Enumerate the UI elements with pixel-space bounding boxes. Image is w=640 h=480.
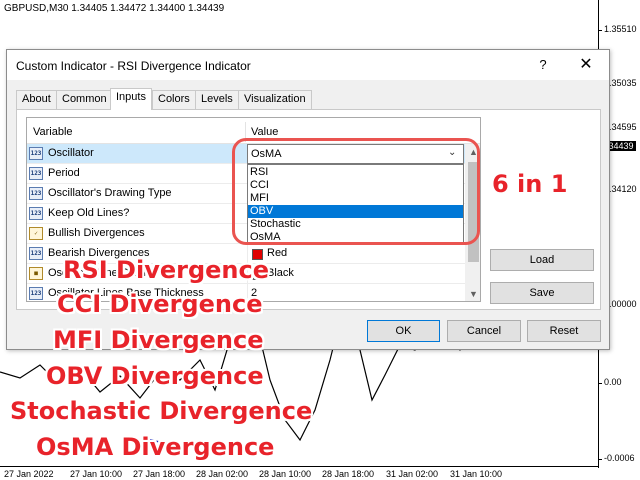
price-tick	[598, 30, 602, 31]
promo-rsi-divergence: RSI Divergence	[63, 256, 270, 284]
row-value[interactable]: 2	[247, 284, 465, 301]
close-button[interactable]: ✕	[569, 54, 603, 76]
cancel-button[interactable]: Cancel	[447, 320, 521, 342]
row-value-text: Black	[267, 267, 294, 279]
time-label: 28 Jan 10:00	[259, 469, 312, 479]
time-label: 31 Jan 10:00	[450, 469, 503, 479]
highlight-outline	[232, 138, 480, 245]
price-label: 0.00	[604, 377, 622, 387]
row-value[interactable]: Red	[247, 244, 465, 264]
load-button[interactable]: Load	[490, 249, 594, 271]
time-label: 27 Jan 2022	[4, 469, 54, 479]
row-name: Keep Old Lines?	[48, 207, 130, 219]
column-header-variable: Variable	[33, 126, 73, 138]
promo-obv-divergence: OBV Divergence	[46, 362, 264, 390]
numeric-type-icon: 123	[29, 287, 43, 300]
dialog-title: Custom Indicator - RSI Divergence Indica…	[16, 59, 251, 73]
chart-title: GBPUSD,M30 1.34405 1.34472 1.34400 1.344…	[4, 3, 225, 14]
price-label: 1.35510	[604, 24, 637, 34]
color-type-icon: ■	[29, 267, 43, 280]
tab-visualization[interactable]: Visualization	[238, 90, 312, 109]
tab-about[interactable]: About	[16, 90, 57, 109]
row-name: Period	[48, 167, 80, 179]
time-label: 28 Jan 18:00	[322, 469, 375, 479]
numeric-type-icon: 123	[29, 207, 43, 220]
numeric-type-icon: 123	[29, 187, 43, 200]
price-tick	[598, 459, 602, 460]
price-tick	[598, 383, 602, 384]
promo-mfi-divergence: MFI Divergence	[53, 326, 264, 354]
time-label: 27 Jan 18:00	[133, 469, 186, 479]
save-button[interactable]: Save	[490, 282, 594, 304]
numeric-type-icon: 123	[29, 167, 43, 180]
promo-cci-divergence: CCI Divergence	[57, 290, 263, 318]
numeric-type-icon: 123	[29, 247, 43, 260]
promo-stochastic-divergence: Stochastic Divergence	[10, 397, 313, 425]
screen: GBPUSD,M30 1.34405 1.34472 1.34400 1.344…	[0, 0, 640, 480]
row-value[interactable]: Black	[247, 264, 465, 284]
time-label: 28 Jan 02:00	[196, 469, 249, 479]
row-name: Bullish Divergences	[48, 227, 145, 239]
row-value-text: Red	[267, 247, 288, 259]
boolean-type-icon: ✓	[29, 227, 43, 240]
row-name: Oscillator's Drawing Type	[48, 187, 172, 199]
price-label: -0.0006	[604, 453, 635, 463]
six-in-one-label: 6 in 1	[492, 170, 568, 198]
tab-inputs[interactable]: Inputs	[110, 88, 152, 110]
tab-colors[interactable]: Colors	[152, 90, 196, 109]
time-label: 27 Jan 10:00	[70, 469, 123, 479]
reset-button[interactable]: Reset	[527, 320, 601, 342]
tab-common[interactable]: Common	[56, 90, 113, 109]
dialog-titlebar[interactable]: Custom Indicator - RSI Divergence Indica…	[7, 50, 609, 80]
column-header-value: Value	[251, 126, 279, 138]
promo-osma-divergence: OsMA Divergence	[36, 433, 275, 461]
scroll-down-icon[interactable]: ▼	[465, 286, 480, 301]
help-button[interactable]: ?	[527, 54, 559, 76]
row-name: Oscillator	[48, 147, 94, 159]
time-label: 31 Jan 02:00	[386, 469, 439, 479]
ok-button[interactable]: OK	[367, 320, 440, 342]
tab-levels[interactable]: Levels	[195, 90, 239, 109]
numeric-type-icon: 123	[29, 147, 43, 160]
